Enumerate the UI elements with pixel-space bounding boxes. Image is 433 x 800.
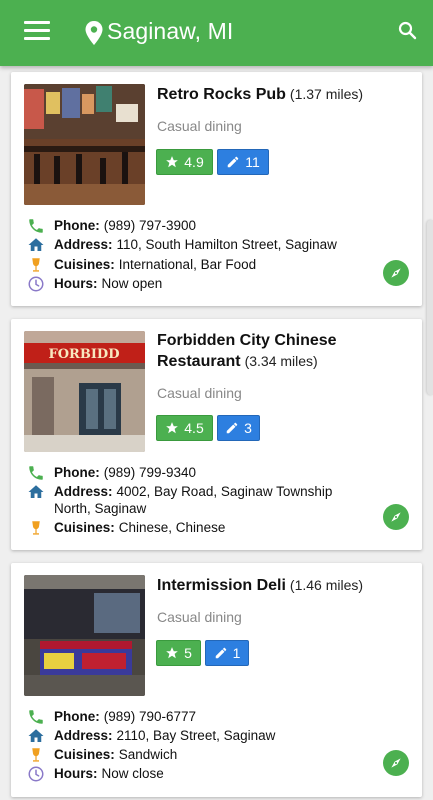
phone-label: Phone: <box>54 709 100 724</box>
restaurant-name[interactable]: Intermission Deli (1.46 miles) <box>157 575 412 596</box>
restaurant-category: Casual dining <box>157 609 242 625</box>
hours-label: Hours: <box>54 276 98 291</box>
address-label: Address: <box>54 484 113 499</box>
phone-icon <box>29 219 43 233</box>
restaurant-name-line2: Restaurant <box>157 353 241 370</box>
wine-glass-icon <box>32 748 40 762</box>
hours-value: Now close <box>101 766 164 781</box>
hours-label: Hours: <box>54 766 98 781</box>
hours-row: Hours: Now open <box>27 275 397 293</box>
phone-value: (989) 797-3900 <box>103 218 197 233</box>
address-value-line2: North, Saginaw <box>54 501 147 516</box>
compass-icon <box>391 512 401 522</box>
page-title: Saginaw, MI <box>107 18 234 44</box>
restaurant-card[interactable]: FORBIDD Forbidden City Chinese Restauran… <box>11 319 422 550</box>
phone-label: Phone: <box>54 218 100 233</box>
reviews-badge[interactable]: 11 <box>217 149 269 175</box>
address-row: Address: 2110, Bay Street, Saginaw <box>27 727 397 745</box>
phone-icon <box>29 710 43 724</box>
navigate-button[interactable] <box>383 750 409 776</box>
app-bar: Saginaw, MI <box>0 0 433 66</box>
address-row: Address: 110, South Hamilton Street, Sagi… <box>27 236 397 254</box>
restaurant-photo <box>24 84 145 205</box>
hours-row: Hours: Now close <box>27 765 397 783</box>
restaurant-name-text: Retro Rocks Pub <box>157 86 286 103</box>
rating-badge[interactable]: 5 <box>156 640 201 666</box>
cuisines-label: Cuisines: <box>54 520 115 535</box>
restaurant-name-text: Intermission Deli <box>157 577 286 594</box>
cuisines-value: Chinese, Chinese <box>118 520 226 535</box>
star-icon <box>166 156 179 168</box>
restaurant-distance: (1.37 miles) <box>289 86 364 102</box>
rating-badge[interactable]: 4.9 <box>156 149 213 175</box>
phone-value: (989) 790-6777 <box>103 709 197 724</box>
restaurant-distance: (1.46 miles) <box>289 577 364 593</box>
cuisines-row: Cuisines: Chinese, Chinese <box>27 519 397 537</box>
menu-icon[interactable] <box>24 21 50 43</box>
scroll-handle[interactable] <box>427 220 433 395</box>
navigate-button[interactable] <box>383 504 409 530</box>
cuisines-row: Cuisines: Sandwich <box>27 746 397 764</box>
reviews-count: 1 <box>232 645 241 661</box>
home-icon <box>28 238 44 251</box>
address-value: 2110, Bay Street, Saginaw <box>116 728 276 743</box>
rating-value: 5 <box>184 645 192 661</box>
address-label: Address: <box>54 728 113 743</box>
pencil-icon <box>215 647 226 659</box>
restaurant-photo: FORBIDD <box>24 331 145 452</box>
compass-icon <box>391 758 401 768</box>
phone-row[interactable]: Phone: (989) 797-3900 <box>27 217 397 235</box>
navigate-button[interactable] <box>383 260 409 286</box>
pencil-icon <box>227 156 239 168</box>
restaurant-photo <box>24 575 145 696</box>
rating-value: 4.9 <box>184 154 204 170</box>
reviews-count: 11 <box>245 154 260 170</box>
hours-value: Now open <box>101 276 163 291</box>
cuisines-value: International, Bar Food <box>118 257 257 272</box>
wine-glass-icon <box>32 258 40 272</box>
restaurant-name[interactable]: Forbidden City Chinese Restaurant (3.34 m… <box>157 331 412 372</box>
location-pin-icon <box>85 21 103 45</box>
home-icon <box>28 729 44 742</box>
phone-row[interactable]: Phone: (989) 799-9340 <box>27 464 397 482</box>
address-value: 4002, Bay Road, Saginaw Township <box>116 484 333 499</box>
reviews-badge[interactable]: 1 <box>205 640 249 666</box>
phone-value: (989) 799-9340 <box>103 465 197 480</box>
search-icon[interactable] <box>395 18 421 44</box>
star-icon <box>166 422 179 434</box>
phone-row[interactable]: Phone: (989) 790-6777 <box>27 708 397 726</box>
cuisines-label: Cuisines: <box>54 257 115 272</box>
cuisines-label: Cuisines: <box>54 747 115 762</box>
phone-icon <box>29 466 43 480</box>
phone-label: Phone: <box>54 465 100 480</box>
reviews-count: 3 <box>244 420 252 436</box>
cuisines-value: Sandwich <box>118 747 178 762</box>
restaurant-name[interactable]: Retro Rocks Pub (1.37 miles) <box>157 84 412 105</box>
address-value: 110, South Hamilton Street, Saginaw <box>116 237 337 252</box>
clock-icon <box>28 276 44 292</box>
restaurant-category: Casual dining <box>157 118 242 134</box>
clock-icon <box>28 766 44 782</box>
rating-badge[interactable]: 4.5 <box>156 415 213 441</box>
restaurant-name-text: Forbidden City Chinese <box>157 332 337 349</box>
rating-value: 4.5 <box>184 420 204 436</box>
cuisines-row: Cuisines: International, Bar Food <box>27 256 397 274</box>
sign-text: FORBIDD <box>49 347 120 362</box>
restaurant-card[interactable]: Retro Rocks Pub (1.37 miles) Casual dinin… <box>11 72 422 306</box>
restaurant-card[interactable]: Intermission Deli (1.46 miles) Casual din… <box>11 563 422 797</box>
wine-glass-icon <box>32 521 40 535</box>
star-icon <box>166 647 178 659</box>
home-icon <box>28 485 44 498</box>
restaurant-distance: (3.34 miles) <box>244 353 318 369</box>
address-label: Address: <box>54 237 113 252</box>
pencil-icon <box>226 422 238 434</box>
reviews-badge[interactable]: 3 <box>217 415 260 441</box>
compass-icon <box>391 268 401 278</box>
restaurant-category: Casual dining <box>157 385 242 401</box>
address-row: Address: 4002, Bay Road, Saginaw Township… <box>27 483 397 517</box>
